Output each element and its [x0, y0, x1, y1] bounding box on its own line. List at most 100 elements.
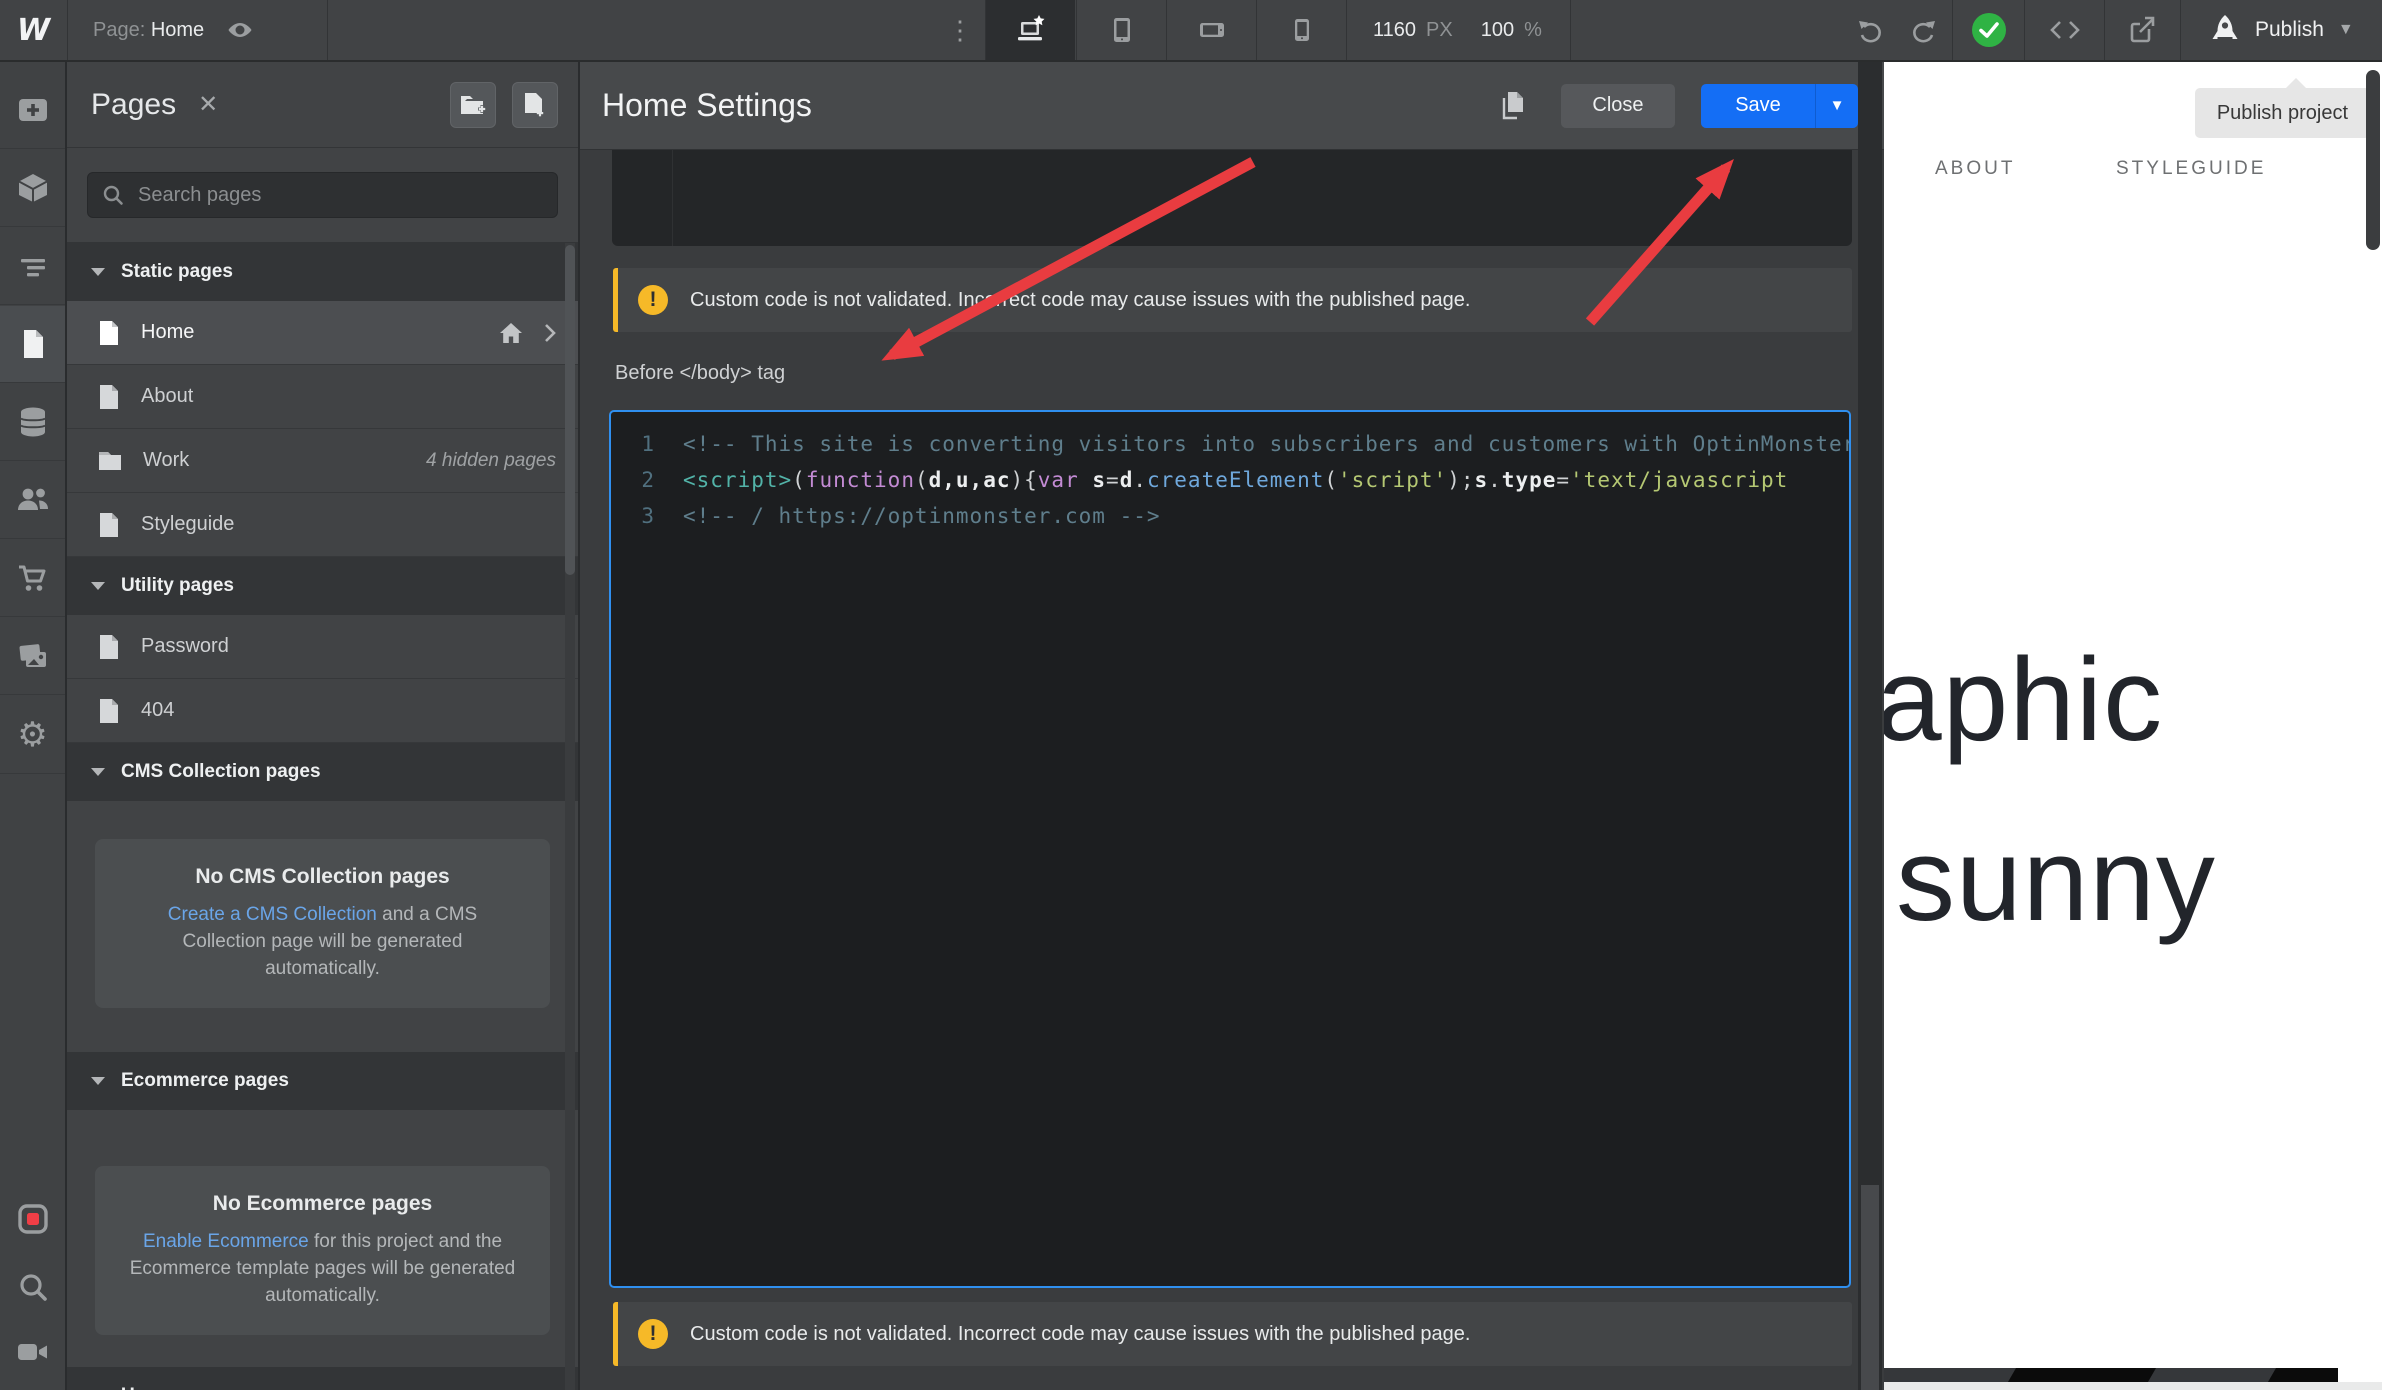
before-body-code-editor[interactable]: 1 <!-- This site is converting visitors i… — [609, 410, 1851, 1288]
close-button[interactable]: Close — [1561, 83, 1675, 128]
section-utility-pages[interactable]: Utility pages — [67, 557, 578, 615]
layers-lines-icon — [20, 259, 45, 277]
settings-button[interactable]: ⚙ — [0, 696, 65, 774]
canvas-scrollbar-thumb[interactable] — [2366, 70, 2380, 250]
share-button[interactable] — [2104, 0, 2181, 60]
page-row-home[interactable]: Home — [67, 301, 578, 365]
code-lines: 1 <!-- This site is converting visitors i… — [611, 426, 1849, 534]
warning-icon: ! — [638, 285, 668, 315]
pages-search-input[interactable] — [136, 182, 543, 208]
laptop-star-icon — [1017, 15, 1044, 41]
help-button[interactable] — [0, 1380, 65, 1390]
undo-button[interactable] — [1845, 0, 1897, 60]
divider — [327, 0, 328, 60]
cms-button[interactable] — [0, 384, 65, 461]
assets-button[interactable] — [0, 618, 65, 695]
cms-empty-card: No CMS Collection pages Create a CMS Col… — [95, 839, 550, 1008]
add-elements-button[interactable] — [0, 72, 65, 149]
new-page-button[interactable] — [512, 81, 558, 128]
left-toolbar: ⚙ — [0, 62, 67, 1390]
collapse-triangle-icon — [91, 1077, 105, 1085]
publish-chevron-icon[interactable]: ▼ — [2338, 21, 2354, 39]
breakpoint-desktop-button[interactable] — [985, 0, 1075, 60]
users-button[interactable] — [0, 462, 65, 539]
images-icon — [19, 644, 46, 667]
page-icon — [23, 330, 43, 358]
hero-line-2: sunny — [1896, 814, 2216, 946]
new-folder-button[interactable] — [450, 81, 496, 128]
home-settings-panel: Home Settings Close Save ▼ ! Custom code… — [580, 62, 1884, 1390]
page-icon — [100, 512, 118, 537]
site-section-strip — [1884, 1368, 2338, 1382]
page-icon — [100, 634, 118, 659]
pages-scrollbar-thumb[interactable] — [565, 245, 575, 575]
canvas-dimensions[interactable]: 1160 PX 100 % — [1346, 0, 1542, 60]
save-button[interactable]: Save — [1701, 83, 1815, 128]
code-text: <script>(function(d,u,ac){var s=d.create… — [683, 468, 1789, 492]
saved-status-indicator — [1952, 0, 2025, 60]
pages-search-row — [67, 148, 578, 243]
ecommerce-button[interactable] — [0, 540, 65, 617]
create-cms-collection-link[interactable]: Create a CMS Collection — [168, 904, 377, 925]
page-row-about[interactable]: About — [67, 365, 578, 429]
section-static-pages[interactable]: Static pages — [67, 243, 578, 301]
record-button[interactable] — [0, 1180, 65, 1257]
save-options-chevron[interactable]: ▼ — [1815, 83, 1858, 128]
pages-button[interactable] — [0, 306, 65, 383]
line-number: 3 — [641, 504, 655, 528]
pages-scrollbar[interactable] — [565, 243, 575, 1390]
section-ecommerce-pages[interactable]: Ecommerce pages — [67, 1052, 578, 1110]
page-plus-icon — [525, 92, 544, 116]
breakpoint-phone-landscape-button[interactable] — [1166, 0, 1256, 60]
breakpoint-tablet-button[interactable] — [1076, 0, 1166, 60]
collapse-triangle-icon — [91, 268, 105, 276]
breakpoint-phone-portrait-button[interactable] — [1256, 0, 1346, 60]
navigator-button[interactable] — [0, 228, 65, 305]
band-shape — [2007, 1368, 2157, 1382]
publish-button[interactable]: Publish ▼ — [2180, 0, 2382, 60]
code-line[interactable]: 3 <!-- / https://optinmonster.com --> — [611, 498, 1849, 534]
pages-search-box[interactable] — [87, 172, 558, 218]
export-code-button[interactable] — [2024, 0, 2105, 60]
preview-eye-icon[interactable] — [224, 14, 256, 46]
webflow-logo[interactable]: W — [0, 0, 68, 60]
collapse-triangle-icon — [91, 768, 105, 776]
page-row-404[interactable]: 404 — [67, 679, 578, 743]
page-row-work[interactable]: Work 4 hidden pages — [67, 429, 578, 493]
save-split-button: Save ▼ — [1701, 83, 1858, 128]
undo-icon — [1859, 21, 1881, 43]
site-nav-styleguide[interactable]: STYLEGUIDE — [2116, 158, 2266, 180]
page-row-styleguide[interactable]: Styleguide — [67, 493, 578, 557]
settings-scrollbar[interactable] — [1858, 62, 1882, 1390]
duplicate-page-button[interactable] — [1491, 84, 1535, 128]
components-button[interactable] — [0, 150, 65, 227]
video-camera-icon — [17, 1343, 47, 1360]
cube-icon — [18, 174, 47, 202]
page-row-password[interactable]: Password — [67, 615, 578, 679]
ecommerce-empty-title: No Ecommerce pages — [212, 1192, 433, 1215]
canvas-width-value: 1160 — [1373, 18, 1417, 41]
section-user-pages[interactable]: User pages — [67, 1367, 578, 1390]
code-text: <!-- This site is converting visitors in… — [683, 432, 1849, 456]
custom-code-warning-bottom: ! Custom code is not validated. Incorrec… — [613, 1302, 1852, 1366]
page-label: Page: Home — [93, 18, 205, 41]
redo-icon — [1913, 21, 1935, 43]
head-code-editor-partial[interactable] — [612, 150, 1852, 246]
section-cms-collection-pages[interactable]: CMS Collection pages — [67, 743, 578, 801]
enable-ecommerce-link[interactable]: Enable Ecommerce — [143, 1231, 309, 1252]
more-menu-icon[interactable]: ⋮ — [938, 0, 982, 60]
site-nav-about[interactable]: ABOUT — [1935, 158, 2015, 180]
code-line[interactable]: 1 <!-- This site is converting visitors i… — [611, 426, 1849, 462]
settings-scrollbar-thumb[interactable] — [1861, 1185, 1879, 1390]
video-tutorials-button[interactable] — [0, 1314, 65, 1390]
cms-empty-body: Create a CMS Collection and a CMS Collec… — [167, 904, 478, 979]
redo-button[interactable] — [1897, 0, 1949, 60]
current-page-indicator[interactable]: Page: Home — [67, 0, 327, 60]
share-icon — [2130, 16, 2155, 43]
close-pages-panel-icon[interactable]: ✕ — [198, 90, 218, 119]
search-icon — [19, 1273, 47, 1301]
add-panel-icon — [18, 99, 47, 121]
code-line[interactable]: 2 <script>(function(d,u,ac){var s=d.creat… — [611, 462, 1849, 498]
canvas-width-unit: PX — [1426, 18, 1453, 41]
home-icon — [500, 322, 522, 343]
